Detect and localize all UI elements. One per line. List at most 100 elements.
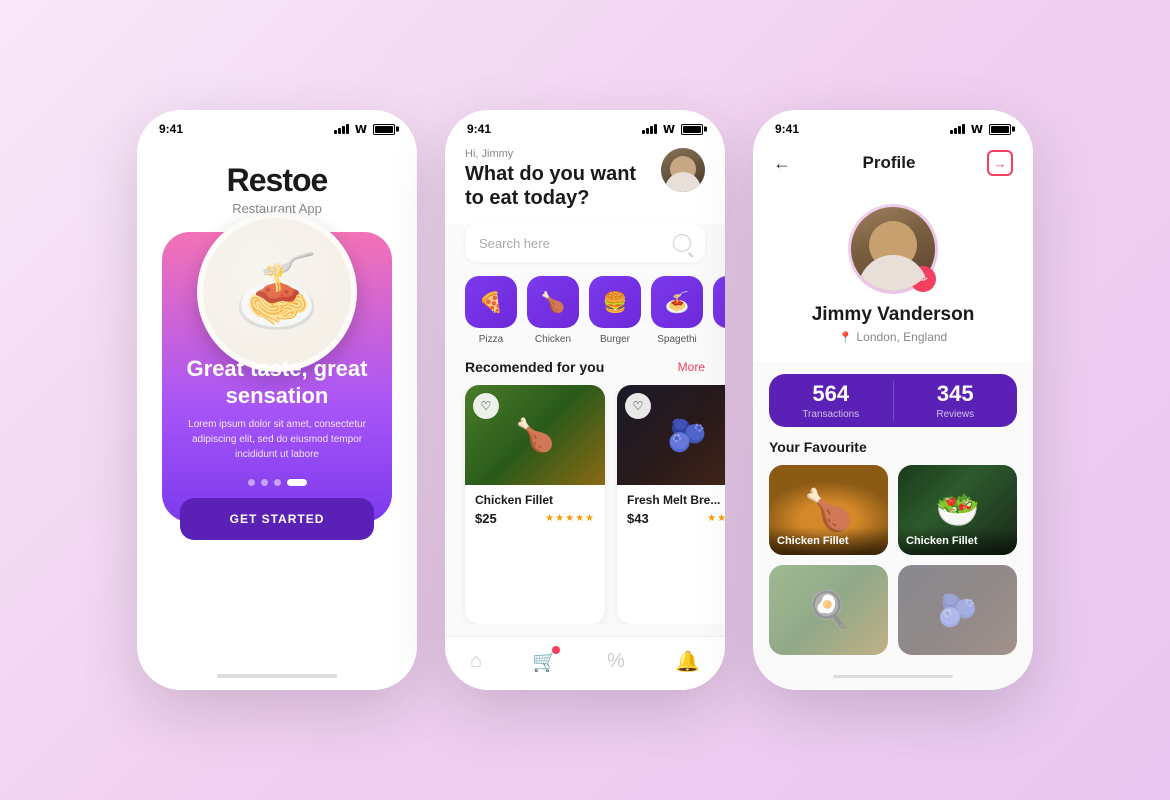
profile-screen-phone: 9:41 𝗪 ← Profile → [753, 110, 1033, 690]
search-icon [673, 234, 691, 252]
dot-2[interactable] [261, 479, 268, 486]
hero-description: Lorem ipsum dolor sit amet, consectetur … [182, 417, 372, 462]
fav-label-2: Chicken Fillet [898, 527, 1017, 555]
hero-text-block: Great taste, great sensation Lorem ipsum… [162, 356, 392, 462]
fav-card-4[interactable] [898, 565, 1017, 655]
status-bar-3: 9:41 𝗪 [753, 110, 1033, 142]
avatar-inner-body [858, 255, 928, 291]
category-burger[interactable]: 🍔 Burger [589, 276, 641, 345]
category-spaghetti[interactable]: 🍝 Spagethi [651, 276, 703, 345]
favourites-section: Your Favourite Chicken Fillet Chicken Fi… [753, 439, 1033, 655]
nav-offers[interactable]: % [607, 650, 625, 673]
food-stars-2: ★★★★ [707, 513, 725, 524]
spaghetti-label: Spagethi [657, 334, 696, 345]
food-stars-1: ★★★★★ [545, 513, 595, 524]
home-indicator-1 [217, 674, 337, 678]
phones-container: 9:41 𝗪 Restoe Restaurant App 🍝 Great tas… [137, 110, 1033, 690]
food-price-row-2: $43 ★★★★ [627, 511, 725, 526]
home-icon: ⌂ [470, 650, 482, 673]
wifi-icon-1: 𝗪 [355, 123, 367, 136]
stat-reviews: 345 Reviews [894, 374, 1018, 427]
bell-icon: 🔔 [675, 649, 700, 674]
food-card-img-chicken: ♡ [465, 385, 605, 485]
spaghetti-icon-box: 🍝 [651, 276, 703, 328]
nav-notifications[interactable]: 🔔 [675, 649, 700, 674]
food-name-1: Chicken Fillet [475, 493, 595, 507]
location-pin-icon: 📍 [839, 331, 853, 344]
fav-card-2[interactable]: Chicken Fillet [898, 465, 1017, 555]
home-header: Hi, Jimmy What do you wantto eat today? [445, 142, 725, 224]
category-more[interactable]: M More [713, 276, 725, 345]
get-started-button[interactable]: GET STARTED [180, 498, 375, 540]
stats-bar: 564 Transactions 345 Reviews [769, 374, 1017, 427]
food-card-info-fresh: Fresh Melt Bre... $43 ★★★★ [617, 485, 725, 534]
dot-4-active[interactable] [287, 479, 307, 486]
back-button[interactable]: ← [773, 153, 791, 174]
status-icons-1: 𝗪 [334, 123, 395, 136]
food-card-chicken[interactable]: ♡ Chicken Fillet $25 ★★★★★ [465, 385, 605, 624]
favourites-title: Your Favourite [769, 439, 1017, 455]
food-card-img-fresh: ♡ [617, 385, 725, 485]
dot-3[interactable] [274, 479, 281, 486]
profile-avatar-face [851, 207, 935, 291]
chicken-icon-box: 🍗 [527, 276, 579, 328]
food-price-row-1: $25 ★★★★★ [475, 511, 595, 526]
heart-button-1[interactable]: ♡ [473, 393, 499, 419]
status-bar-2: 9:41 𝗪 [445, 110, 725, 142]
food-cards-row: ♡ Chicken Fillet $25 ★★★★★ ♡ [445, 385, 725, 624]
search-placeholder: Search here [479, 236, 550, 251]
welcome-content: Restoe Restaurant App 🍝 Great taste, gre… [137, 142, 417, 654]
profile-title: Profile [863, 153, 916, 173]
transactions-number: 564 [769, 381, 893, 407]
wifi-icon-2: 𝗪 [663, 123, 675, 136]
chicken-label: Chicken [535, 334, 571, 345]
heart-button-2[interactable]: ♡ [625, 393, 651, 419]
greeting-main: What do you wantto eat today? [465, 162, 636, 210]
food-card-fresh[interactable]: ♡ Fresh Melt Bre... $43 ★★★★ [617, 385, 725, 624]
fav-card-3[interactable] [769, 565, 888, 655]
time-3: 9:41 [775, 122, 799, 136]
food-price-1: $25 [475, 511, 497, 526]
fav-img-4 [898, 565, 1017, 655]
transactions-label: Transactions [769, 409, 893, 420]
nav-home[interactable]: ⌂ [470, 650, 482, 673]
reviews-label: Reviews [894, 409, 1018, 420]
category-pizza[interactable]: 🍕 Pizza [465, 276, 517, 345]
dot-1[interactable] [248, 479, 255, 486]
status-icons-2: 𝗪 [642, 123, 703, 136]
nav-cart[interactable]: 🛒 [532, 649, 557, 674]
signal-icon-1 [334, 124, 349, 134]
food-name-2: Fresh Melt Bre... [627, 493, 725, 507]
category-chicken[interactable]: 🍗 Chicken [527, 276, 579, 345]
recommended-section-header: Recomended for you More [445, 359, 725, 385]
food-card-info-chicken: Chicken Fillet $25 ★★★★★ [465, 485, 605, 534]
avatar-body [665, 172, 701, 192]
wifi-icon-3: 𝗪 [971, 123, 983, 136]
fav-card-1[interactable]: Chicken Fillet [769, 465, 888, 555]
avatar-face [661, 148, 705, 192]
favourites-grid: Chicken Fillet Chicken Fillet [769, 465, 1017, 655]
user-avatar-home[interactable] [661, 148, 705, 192]
status-bar-1: 9:41 𝗪 [137, 110, 417, 142]
hero-headline: Great taste, great sensation [182, 356, 372, 409]
welcome-screen-phone: 9:41 𝗪 Restoe Restaurant App 🍝 Great tas… [137, 110, 417, 690]
logout-button[interactable]: → [987, 150, 1013, 176]
profile-header: ← Profile → [753, 142, 1033, 190]
status-icons-3: 𝗪 [950, 123, 1011, 136]
burger-label: Burger [600, 334, 630, 345]
more-link[interactable]: More [678, 360, 705, 374]
time-1: 9:41 [159, 122, 183, 136]
time-2: 9:41 [467, 122, 491, 136]
app-title: Restoe [227, 162, 328, 199]
signal-icon-3 [950, 124, 965, 134]
pizza-label: Pizza [479, 334, 503, 345]
stat-transactions: 564 Transactions [769, 374, 893, 427]
more-icon-box: M [713, 276, 725, 328]
pizza-icon-box: 🍕 [465, 276, 517, 328]
home-screen-phone: 9:41 𝗪 Hi, Jimmy What do you wantto eat … [445, 110, 725, 690]
search-bar[interactable]: Search here [465, 224, 705, 262]
profile-avatar-section: ✏ Jimmy Vanderson 📍 London, England [753, 190, 1033, 362]
fav-img-3 [769, 565, 888, 655]
burger-icon-box: 🍔 [589, 276, 641, 328]
battery-icon-2 [681, 124, 703, 135]
